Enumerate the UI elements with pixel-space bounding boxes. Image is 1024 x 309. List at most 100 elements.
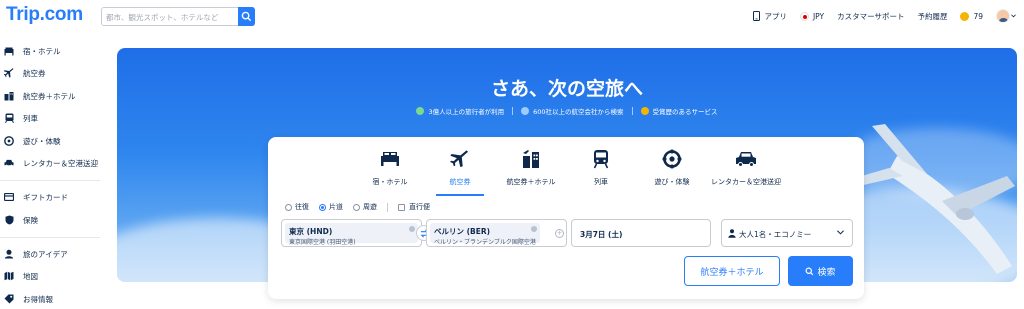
top-nav: アプリ JPY カスタマーサポート 予約履歴 79 <box>740 8 1016 24</box>
search-icon <box>806 267 814 275</box>
tab-car-rental[interactable]: レンタカー＆空港送迎 <box>708 147 784 195</box>
origin-airport: 東京国際空港 (羽田空港) <box>289 239 356 246</box>
origin-city: 東京 (HND) <box>289 227 333 236</box>
bookings-label: 予約履歴 <box>917 11 948 21</box>
sidebar-item-label: 宿・ホテル <box>23 46 61 56</box>
trip-type-multi-city[interactable]: 周遊 <box>353 202 377 212</box>
destination-field[interactable]: ベルリン (BER) ベルリン・ブランデンブルク国際空港 <box>426 219 567 247</box>
app-link[interactable]: アプリ <box>753 11 787 22</box>
site-search <box>101 7 255 26</box>
idea-icon <box>4 249 14 259</box>
booking-card: 宿・ホテル 航空券 航空券＋ホテル 列車 遊び・体験 レンタカー＆空港送迎 往復 <box>268 137 864 299</box>
search-icon <box>241 11 252 22</box>
sidebar-item-car-rental[interactable]: レンタカー＆空港送迎 <box>0 153 108 173</box>
sidebar: 宿・ホテル 航空券 航空券＋ホテル 列車 遊び・体験 レンタカー＆空港送迎 ギフ… <box>0 34 108 306</box>
car-icon <box>4 158 14 168</box>
airplane-icon <box>450 147 470 171</box>
deals-icon <box>4 294 14 304</box>
sidebar-item-label: 旅のアイデア <box>23 249 68 259</box>
support-label: カスタマーサポート <box>837 11 905 21</box>
sidebar-item-flight-hotel[interactable]: 航空券＋ホテル <box>0 86 108 106</box>
direct-only-option[interactable]: 直行便 <box>398 202 430 212</box>
japan-flag-icon <box>799 11 809 21</box>
tab-label: 宿・ホテル <box>372 178 408 186</box>
currency-label: JPY <box>812 11 825 21</box>
sidebar-item-attractions[interactable]: 遊び・体験 <box>0 131 108 151</box>
tab-flight-hotel[interactable]: 航空券＋ホテル <box>504 147 558 195</box>
sidebar-item-label: 航空券 <box>23 68 46 78</box>
destination-city: ベルリン (BER) <box>434 227 491 236</box>
tab-label: 遊び・体験 <box>654 178 690 186</box>
origin-selected: 東京 (HND) 東京国際空港 (羽田空港) <box>285 223 418 246</box>
bed-icon <box>4 46 14 56</box>
trip-type-round-trip[interactable]: 往復 <box>285 202 309 212</box>
points-value: 79 <box>973 11 983 21</box>
map-icon <box>4 271 14 281</box>
option-label: 片道 <box>329 203 343 211</box>
passenger-selector[interactable]: 大人1名・エコノミー <box>721 219 853 247</box>
origin-field[interactable]: 東京 (HND) 東京国際空港 (羽田空港) <box>281 219 422 247</box>
tab-label: 列車 <box>594 178 608 186</box>
option-label: 周遊 <box>363 203 377 211</box>
sidebar-item-travel-ideas[interactable]: 旅のアイデア <box>0 244 108 264</box>
feature-text: 3億人以上の旅行者が利用 <box>428 108 505 116</box>
feature-item: 受賞歴のあるサービス <box>640 106 718 116</box>
tab-trains[interactable]: 列車 <box>584 147 618 195</box>
sidebar-item-label: ギフトカード <box>23 192 68 202</box>
account-menu[interactable] <box>996 9 1016 23</box>
bookings-link[interactable]: 予約履歴 <box>917 11 947 22</box>
clear-destination-icon[interactable] <box>531 226 537 232</box>
trip-type-one-way[interactable]: 片道 <box>319 202 343 212</box>
airplane-illustration <box>855 124 1015 274</box>
date-field[interactable]: 3月7日 (土) <box>571 219 711 247</box>
active-tab-indicator <box>436 194 484 196</box>
sidebar-item-label: お得情報 <box>23 294 53 304</box>
attraction-icon <box>4 136 14 146</box>
radio-button[interactable] <box>285 203 292 211</box>
feature-text: 600社以上の航空会社から検索 <box>533 108 624 116</box>
award-icon <box>640 107 649 115</box>
airplane-icon <box>4 68 14 78</box>
sidebar-item-trains[interactable]: 列車 <box>0 108 108 128</box>
checkbox[interactable] <box>398 203 405 211</box>
search-flights-button[interactable]: 検索 <box>788 256 853 286</box>
person-icon <box>728 229 736 238</box>
points-link[interactable]: 79 <box>960 11 983 21</box>
departure-date: 3月7日 (土) <box>580 230 623 239</box>
search-button[interactable] <box>238 7 255 26</box>
feature-separator <box>512 107 514 115</box>
search-input[interactable] <box>106 10 236 24</box>
tab-label: 航空券 <box>449 178 471 186</box>
top-bar: Trip.com アプリ JPY カスタマーサポート 予約履歴 79 <box>0 0 1024 34</box>
tab-label: レンタカー＆空港送迎 <box>711 178 781 186</box>
sidebar-item-insurance[interactable]: 保険 <box>0 210 108 230</box>
tab-flights[interactable]: 航空券 <box>436 147 484 195</box>
tab-label: 航空券＋ホテル <box>506 178 556 186</box>
sidebar-item-label: 遊び・体験 <box>23 136 61 146</box>
sidebar-item-label: レンタカー＆空港送迎 <box>23 158 98 168</box>
tab-hotels[interactable]: 宿・ホテル <box>362 147 418 195</box>
sidebar-item-label: 保険 <box>23 215 38 225</box>
sidebar-item-map[interactable]: 地図 <box>0 266 108 286</box>
add-destination-icon[interactable]: + <box>555 229 564 238</box>
sidebar-item-hotels[interactable]: 宿・ホテル <box>0 41 108 61</box>
sidebar-divider <box>0 180 100 181</box>
sidebar-item-deals[interactable]: お得情報 <box>0 289 108 309</box>
radio-button[interactable] <box>319 203 326 211</box>
destination-airport: ベルリン・ブランデンブルク国際空港 <box>434 239 536 246</box>
option-label: 直行便 <box>409 203 430 211</box>
support-link[interactable]: カスタマーサポート <box>837 11 904 22</box>
sidebar-item-gift-card[interactable]: ギフトカード <box>0 187 108 207</box>
sidebar-item-flights[interactable]: 航空券 <box>0 63 108 83</box>
radio-button[interactable] <box>353 203 360 211</box>
flight-hotel-button[interactable]: 航空券＋ホテル <box>684 256 780 286</box>
destination-selected: ベルリン (BER) ベルリン・ブランデンブルク国際空港 <box>430 223 540 246</box>
currency-selector[interactable]: JPY <box>799 11 825 21</box>
clear-origin-icon[interactable] <box>409 226 415 232</box>
feature-separator <box>631 107 633 115</box>
globe-icon <box>521 107 530 115</box>
sidebar-item-label: 列車 <box>23 113 38 123</box>
feature-item: 600社以上の航空会社から検索 <box>521 106 624 116</box>
trip-logo[interactable]: Trip.com <box>6 4 83 26</box>
tab-attractions[interactable]: 遊び・体験 <box>650 147 694 195</box>
